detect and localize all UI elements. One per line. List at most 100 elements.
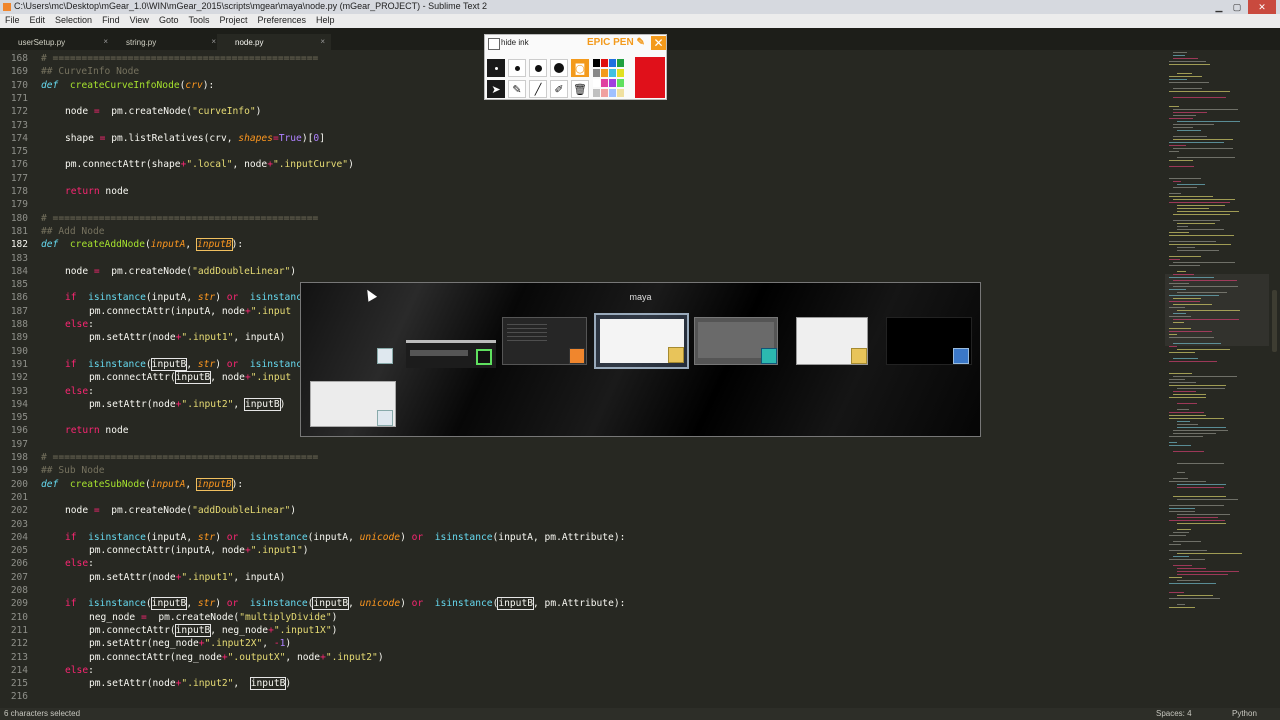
- tab-node[interactable]: node.py ×: [217, 34, 331, 50]
- tab-close-icon[interactable]: ×: [211, 37, 216, 46]
- line-number: 202: [10, 505, 28, 517]
- marker-icon[interactable]: ╱: [529, 80, 547, 98]
- explorer-icon: [377, 410, 393, 426]
- code-token: :: [88, 319, 94, 330]
- minimap-line: [1169, 265, 1200, 266]
- menu-help[interactable]: Help: [311, 14, 340, 28]
- brush-size-3-icon[interactable]: [529, 59, 547, 77]
- code-token: shape: [65, 132, 100, 144]
- cursor-arrow-icon[interactable]: ➤: [487, 80, 505, 98]
- code-token: if: [65, 531, 77, 543]
- minimap-line: [1177, 553, 1242, 554]
- code-token: else: [65, 558, 89, 570]
- trash-icon[interactable]: 🗑: [571, 80, 589, 98]
- color-swatch[interactable]: [593, 79, 600, 87]
- menu-edit[interactable]: Edit: [25, 14, 51, 28]
- tab-string[interactable]: string.py ×: [108, 34, 222, 50]
- code-line: pm.setAttr(node+".input1", inputA): [41, 571, 285, 584]
- code-line: pm.connectAttr(shape+".local", node+".in…: [41, 158, 354, 171]
- tab-close-icon[interactable]: ×: [320, 37, 325, 46]
- code-token: pm.setAttr(node: [89, 398, 176, 410]
- minimap-line: [1169, 550, 1207, 551]
- switcher-window-toolbar[interactable]: [406, 340, 496, 368]
- hide-ink-checkbox[interactable]: [488, 38, 500, 50]
- brush-size-2-icon[interactable]: [508, 59, 526, 77]
- color-swatch[interactable]: [609, 59, 616, 67]
- color-swatch[interactable]: [593, 89, 600, 97]
- color-swatch[interactable]: [601, 69, 608, 77]
- brush-size-1-icon[interactable]: [487, 59, 505, 77]
- code-token: ".input1X": [273, 624, 332, 636]
- window-switcher: maya: [300, 282, 981, 437]
- switcher-window-explorer[interactable]: [373, 346, 397, 366]
- minimap[interactable]: [1165, 50, 1265, 708]
- code-token: inputB: [497, 597, 534, 611]
- screenshot-camera-icon[interactable]: ◙: [571, 59, 589, 77]
- minimap-line: [1177, 487, 1224, 488]
- line-number: 200: [10, 478, 28, 490]
- code-token: inputB: [174, 371, 212, 385]
- code-token: pm.connectAttr(inputA, node: [89, 305, 245, 317]
- menu-goto[interactable]: Goto: [154, 14, 184, 28]
- code-token: "curveInfo": [192, 106, 256, 118]
- minimap-line: [1169, 241, 1216, 242]
- minimap-line: [1169, 346, 1177, 347]
- minimap-line: [1177, 484, 1226, 485]
- code-token: , node: [285, 651, 321, 663]
- menu-tools[interactable]: Tools: [183, 14, 214, 28]
- minimap-line: [1173, 298, 1201, 299]
- close-icon[interactable]: ✕: [1248, 0, 1276, 14]
- minimap-line: [1177, 571, 1239, 572]
- menu-preferences[interactable]: Preferences: [252, 14, 311, 28]
- vertical-scrollbar[interactable]: [1272, 290, 1277, 352]
- tab-usersetup[interactable]: userSetup.py ×: [0, 34, 114, 50]
- color-swatch[interactable]: [609, 69, 616, 77]
- color-swatch[interactable]: [601, 89, 608, 97]
- color-swatch[interactable]: [617, 69, 624, 77]
- epic-pen-close-icon[interactable]: ✕: [651, 36, 666, 50]
- code-token: inputA: [150, 239, 186, 251]
- minimap-line: [1169, 76, 1202, 77]
- current-color-swatch[interactable]: [635, 57, 665, 98]
- menu-find[interactable]: Find: [97, 14, 125, 28]
- code-token: inputB: [150, 357, 188, 371]
- color-swatch[interactable]: [609, 89, 616, 97]
- color-swatch[interactable]: [609, 79, 616, 87]
- code-token: ): [215, 358, 227, 370]
- code-line: else:: [41, 664, 94, 677]
- menu-file[interactable]: File: [0, 14, 25, 28]
- minimize-icon[interactable]: ▁: [1211, 0, 1227, 14]
- line-number: 216: [10, 691, 28, 703]
- minimap-line: [1173, 55, 1185, 56]
- pen-icon[interactable]: ✎: [508, 80, 526, 98]
- switcher-window-sublime[interactable]: [502, 317, 587, 365]
- switcher-window-maya-app[interactable]: [694, 317, 778, 365]
- code-line: pm.setAttr(node+".input2", inputB): [41, 677, 291, 691]
- syntax-setting[interactable]: Python: [1232, 709, 1257, 718]
- indentation-setting[interactable]: Spaces: 4: [1156, 709, 1192, 718]
- eraser-icon[interactable]: ✐: [550, 80, 568, 98]
- color-swatch[interactable]: [601, 59, 608, 67]
- line-number: 169: [10, 66, 28, 78]
- code-token: ): [290, 265, 297, 277]
- menu-project[interactable]: Project: [214, 14, 252, 28]
- code-token: return: [65, 186, 100, 197]
- color-swatch[interactable]: [617, 89, 624, 97]
- color-swatch[interactable]: [617, 79, 624, 87]
- code-token: pm.listRelatives(crv,: [105, 132, 239, 144]
- minimap-line: [1169, 592, 1184, 593]
- color-swatch[interactable]: [593, 59, 600, 67]
- code-token: if: [65, 598, 77, 610]
- menu-selection[interactable]: Selection: [50, 14, 97, 28]
- color-swatch[interactable]: [593, 69, 600, 77]
- switcher-window-folder[interactable]: [796, 317, 868, 365]
- switcher-window-dark[interactable]: [886, 317, 972, 365]
- brush-size-4-icon[interactable]: [550, 59, 568, 77]
- color-swatch[interactable]: [601, 79, 608, 87]
- maximize-icon[interactable]: ▢: [1229, 0, 1245, 14]
- switcher-window-explorer-2[interactable]: [310, 381, 396, 427]
- color-swatch[interactable]: [617, 59, 624, 67]
- menu-view[interactable]: View: [125, 14, 154, 28]
- switcher-window-maya-selected[interactable]: [594, 313, 689, 369]
- line-number: 172: [10, 106, 28, 118]
